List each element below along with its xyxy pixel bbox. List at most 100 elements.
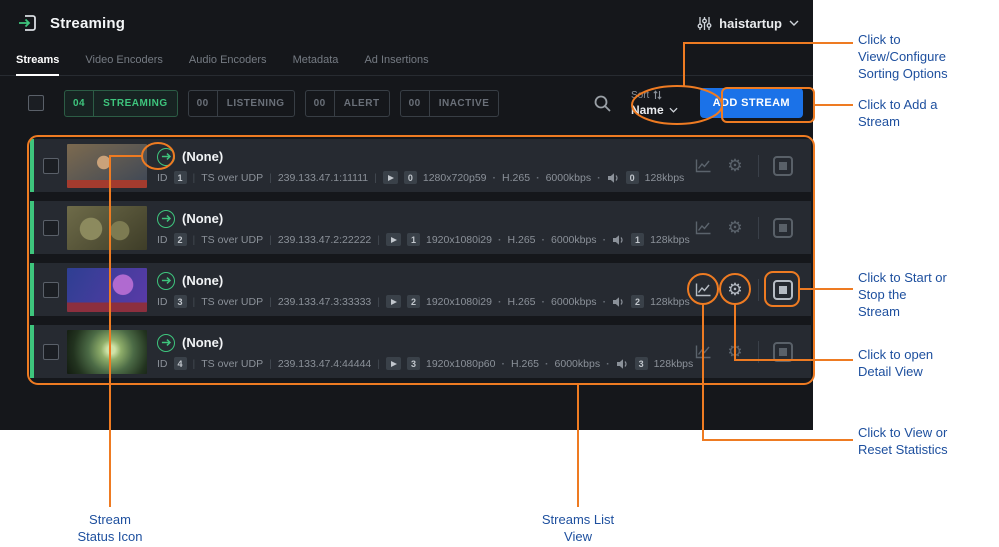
resolution: 1920x1080i29	[426, 234, 492, 246]
streams-list: (None) ID 1 TS over UDP 239.133.47.1:111…	[30, 139, 811, 378]
address: 239.133.47.1:11111	[278, 172, 368, 184]
separator	[545, 358, 549, 370]
callout-start-stop: Click to Start or Stop the Stream	[858, 269, 983, 320]
listening-count: 00	[189, 98, 217, 109]
statistics-icon[interactable]	[694, 157, 712, 175]
video-icon	[386, 357, 401, 370]
video-bitrate: 6000kbps	[551, 296, 597, 308]
alert-count: 00	[306, 98, 334, 109]
resolution: 1920x1080p60	[426, 358, 496, 370]
select-all-checkbox[interactable]	[28, 95, 44, 111]
tab-metadata[interactable]: Metadata	[293, 54, 339, 75]
id-badge: 3	[174, 295, 187, 308]
video-icon	[383, 171, 398, 184]
separator	[542, 234, 546, 246]
separator	[498, 234, 502, 246]
stream-checkbox[interactable]	[43, 344, 59, 360]
tab-ad-insertions[interactable]: Ad Insertions	[364, 54, 428, 75]
speaker-icon	[607, 172, 620, 184]
stop-glyph	[779, 286, 787, 294]
id-label: ID	[157, 234, 168, 246]
stream-name: (None)	[182, 335, 223, 350]
stream-thumbnail	[67, 206, 147, 250]
audio-track-badge: 0	[626, 171, 639, 184]
stop-glyph	[779, 348, 787, 356]
stream-status-strip	[30, 201, 34, 254]
codec: H.265	[507, 296, 535, 308]
filter-inactive[interactable]: 00 INACTIVE	[400, 90, 500, 117]
stream-row-2: (None) ID 2 TS over UDP 239.133.47.2:222…	[30, 201, 811, 254]
add-stream-button[interactable]: ADD STREAM	[700, 88, 803, 118]
start-stop-button[interactable]	[773, 342, 793, 362]
stream-status-icon	[157, 148, 175, 166]
alert-label: ALERT	[335, 98, 389, 109]
video-track-badge: 3	[407, 357, 420, 370]
start-stop-button[interactable]	[773, 280, 793, 300]
id-badge: 4	[174, 357, 187, 370]
start-stop-button[interactable]	[773, 156, 793, 176]
video-track-badge: 2	[407, 295, 420, 308]
stream-name: (None)	[182, 149, 223, 164]
stream-info: (None) ID 3 TS over UDP 239.133.47.3:333…	[157, 271, 690, 309]
gear-icon[interactable]: ⚙	[726, 343, 744, 361]
stream-row-1: (None) ID 1 TS over UDP 239.133.47.1:111…	[30, 139, 811, 192]
filter-listening[interactable]: 00 LISTENING	[188, 90, 295, 117]
id-label: ID	[157, 296, 168, 308]
codec: H.265	[502, 172, 530, 184]
start-stop-button[interactable]	[773, 218, 793, 238]
stream-meta: ID 3 TS over UDP 239.133.47.3:33333 2 19…	[157, 295, 690, 309]
app-logo-icon	[16, 11, 40, 35]
filter-alert[interactable]: 00 ALERT	[305, 90, 390, 117]
video-track-badge: 0	[404, 171, 417, 184]
stream-meta: ID 4 TS over UDP 239.133.47.4:44444 3 19…	[157, 357, 693, 371]
sort-control[interactable]: Sort Name	[631, 90, 678, 117]
statistics-icon[interactable]	[694, 343, 712, 361]
protocol: TS over UDP	[201, 296, 263, 308]
stream-row-4: (None) ID 4 TS over UDP 239.133.47.4:444…	[30, 325, 811, 378]
statistics-icon[interactable]	[694, 219, 712, 237]
separator	[193, 296, 196, 308]
video-bitrate: 6000kbps	[555, 358, 601, 370]
separator	[606, 358, 610, 370]
stream-thumbnail	[67, 268, 147, 312]
stream-checkbox[interactable]	[43, 282, 59, 298]
tab-streams[interactable]: Streams	[16, 54, 59, 76]
statistics-icon[interactable]	[694, 281, 712, 299]
address: 239.133.47.4:44444	[278, 358, 371, 370]
video-track-badge: 1	[407, 233, 420, 246]
sort-value: Name	[631, 103, 664, 117]
row-actions: ⚙	[694, 139, 793, 192]
separator	[377, 296, 380, 308]
stream-checkbox[interactable]	[43, 220, 59, 236]
sort-label: Sort	[631, 90, 649, 101]
tab-video-encoders[interactable]: Video Encoders	[85, 54, 162, 75]
row-actions: ⚙	[694, 325, 793, 378]
tab-audio-encoders[interactable]: Audio Encoders	[189, 54, 267, 75]
account-name: haistartup	[719, 16, 782, 31]
streaming-label: STREAMING	[94, 98, 177, 109]
stream-status-strip	[30, 139, 34, 192]
audio-bitrate: 128kbps	[650, 234, 690, 246]
stream-name: (None)	[182, 273, 223, 288]
id-label: ID	[157, 358, 168, 370]
protocol: TS over UDP	[201, 172, 263, 184]
page-title: Streaming	[50, 15, 125, 32]
audio-bitrate: 128kbps	[650, 296, 690, 308]
streaming-app-window: Streaming haistartup Streams Video Encod…	[0, 0, 813, 430]
row-actions: ⚙	[694, 263, 793, 316]
filter-streaming[interactable]: 04 STREAMING	[64, 90, 178, 117]
audio-bitrate: 128kbps	[645, 172, 685, 184]
stream-checkbox[interactable]	[43, 158, 59, 174]
address: 239.133.47.2:22222	[278, 234, 371, 246]
gear-icon[interactable]: ⚙	[726, 219, 744, 237]
gear-icon[interactable]: ⚙	[726, 157, 744, 175]
search-icon[interactable]	[593, 93, 613, 113]
callout-list-view: Streams List View	[523, 511, 633, 545]
resolution: 1280x720p59	[423, 172, 487, 184]
app-header: Streaming haistartup	[0, 0, 813, 46]
row-actions: ⚙	[694, 201, 793, 254]
filter-toolbar: 04 STREAMING 00 LISTENING 00 ALERT 00 IN…	[0, 84, 813, 122]
gear-icon[interactable]: ⚙	[726, 281, 744, 299]
audio-track-badge: 3	[635, 357, 648, 370]
account-menu[interactable]: haistartup	[697, 16, 799, 31]
